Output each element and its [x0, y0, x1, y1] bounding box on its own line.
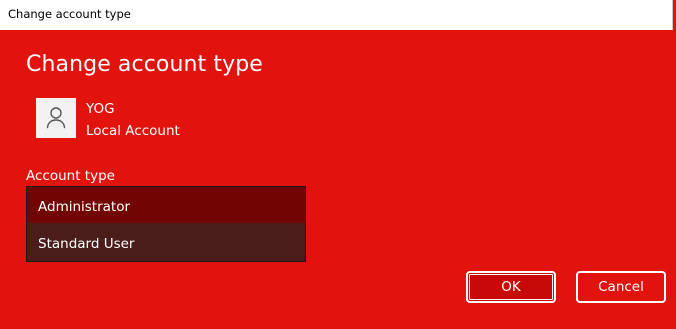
cancel-button[interactable]: Cancel: [576, 271, 666, 303]
option-label: Administrator: [38, 199, 131, 215]
user-account-kind: Local Account: [86, 123, 180, 139]
option-label: Standard User: [38, 236, 135, 252]
person-icon: [46, 107, 66, 129]
title-bar[interactable]: Change account type: [0, 0, 673, 30]
bottom-edge: [0, 321, 676, 329]
account-type-label: Account type: [26, 168, 115, 184]
option-administrator[interactable]: Administrator: [27, 187, 305, 223]
ok-button[interactable]: OK: [466, 271, 556, 303]
option-standard-user[interactable]: Standard User: [27, 224, 305, 260]
window-title: Change account type: [8, 7, 131, 21]
change-account-type-dialog: Change account type Change account type …: [0, 0, 676, 329]
user-avatar: [36, 98, 76, 138]
user-name: YOG: [86, 101, 115, 117]
account-type-listbox[interactable]: Administrator Standard User: [26, 186, 306, 262]
dialog-heading: Change account type: [26, 52, 263, 77]
